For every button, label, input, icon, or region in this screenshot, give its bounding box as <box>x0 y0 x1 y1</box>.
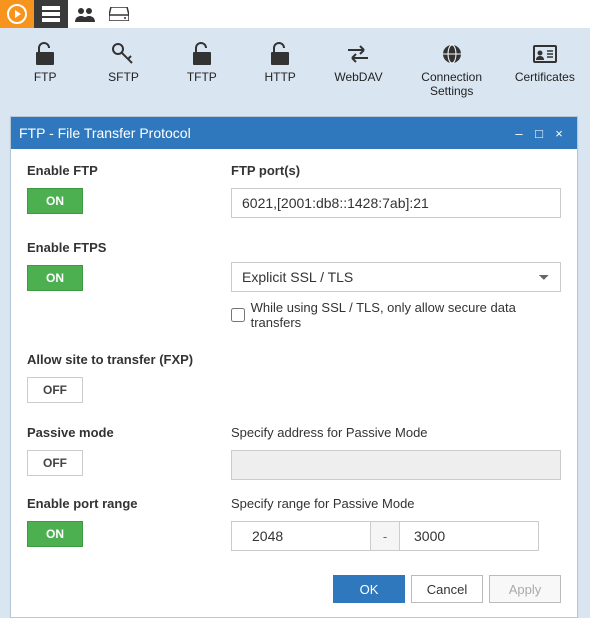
play-circle-icon <box>7 4 27 24</box>
toolbar-label: Certificates <box>515 70 575 84</box>
toolbar-label: WebDAV <box>334 70 382 84</box>
panel-header: FTP - File Transfer Protocol – □ × <box>11 117 577 149</box>
toolbar-label: Connection Settings <box>400 70 504 98</box>
ftps-secure-only-checkbox[interactable] <box>231 308 245 322</box>
id-card-icon <box>533 40 557 68</box>
toolbar-label: TFTP <box>187 70 217 84</box>
toolbar-ftp[interactable]: FTP <box>6 36 84 104</box>
transfer-icon <box>346 40 370 68</box>
app-logo-tab[interactable] <box>0 0 34 28</box>
ftps-secure-only-label: While using SSL / TLS, only allow secure… <box>251 300 561 330</box>
ftp-ports-input[interactable] <box>231 188 561 218</box>
port-range-toggle[interactable]: ON <box>27 521 83 547</box>
globe-icon <box>441 40 463 68</box>
port-range-separator: - <box>371 521 399 551</box>
tab-servers[interactable] <box>34 0 68 28</box>
unlocked-icon <box>34 40 56 68</box>
passive-addr-input <box>231 450 561 480</box>
protocol-toolbar: FTP SFTP TFTP HTTP WebDAV Connection Set… <box>0 28 590 110</box>
maximize-button[interactable]: □ <box>529 123 549 143</box>
close-button[interactable]: × <box>549 123 569 143</box>
port-range-enable-label: Enable port range <box>27 496 231 511</box>
ok-button[interactable]: OK <box>333 575 405 603</box>
drive-icon <box>109 7 129 21</box>
toolbar-label: FTP <box>34 70 57 84</box>
enable-ftp-toggle[interactable]: ON <box>27 188 83 214</box>
toolbar-http[interactable]: HTTP <box>241 36 319 104</box>
port-range-from-input[interactable] <box>231 521 371 551</box>
toolbar-tftp[interactable]: TFTP <box>163 36 241 104</box>
fxp-toggle[interactable]: OFF <box>27 377 83 403</box>
toolbar-webdav[interactable]: WebDAV <box>319 36 397 104</box>
unlocked-icon <box>269 40 291 68</box>
passive-mode-label: Passive mode <box>27 425 231 440</box>
enable-ftps-toggle[interactable]: ON <box>27 265 83 291</box>
topbar <box>0 0 590 28</box>
toolbar-label: HTTP <box>264 70 295 84</box>
enable-ftp-label: Enable FTP <box>27 163 231 178</box>
toolbar-sftp[interactable]: SFTP <box>84 36 162 104</box>
panel-title: FTP - File Transfer Protocol <box>19 125 509 141</box>
port-range-label: Specify range for Passive Mode <box>231 496 561 511</box>
enable-ftps-label: Enable FTPS <box>27 240 231 255</box>
ftps-mode-select[interactable]: Explicit SSL / TLS <box>231 262 561 292</box>
ftp-ports-label: FTP port(s) <box>231 163 561 178</box>
unlocked-icon <box>191 40 213 68</box>
users-icon <box>75 6 95 22</box>
port-range-to-input[interactable] <box>399 521 539 551</box>
cancel-button[interactable]: Cancel <box>411 575 483 603</box>
minimize-button[interactable]: – <box>509 123 529 143</box>
toolbar-label: SFTP <box>108 70 139 84</box>
fxp-label: Allow site to transfer (FXP) <box>27 352 561 367</box>
key-icon <box>111 40 135 68</box>
panel-body: Enable FTP ON FTP port(s) Enable FTPS ON… <box>11 149 577 565</box>
passive-addr-label: Specify address for Passive Mode <box>231 425 561 440</box>
tab-users[interactable] <box>68 0 102 28</box>
toolbar-certificates[interactable]: Certificates <box>506 36 584 104</box>
passive-mode-toggle[interactable]: OFF <box>27 450 83 476</box>
servers-icon <box>42 6 60 22</box>
apply-button: Apply <box>489 575 561 603</box>
panel-footer: OK Cancel Apply <box>11 565 577 617</box>
ftps-secure-only-row[interactable]: While using SSL / TLS, only allow secure… <box>231 300 561 330</box>
tab-storage[interactable] <box>102 0 136 28</box>
ftp-panel: FTP - File Transfer Protocol – □ × Enabl… <box>10 116 578 618</box>
toolbar-connection-settings[interactable]: Connection Settings <box>398 36 506 104</box>
